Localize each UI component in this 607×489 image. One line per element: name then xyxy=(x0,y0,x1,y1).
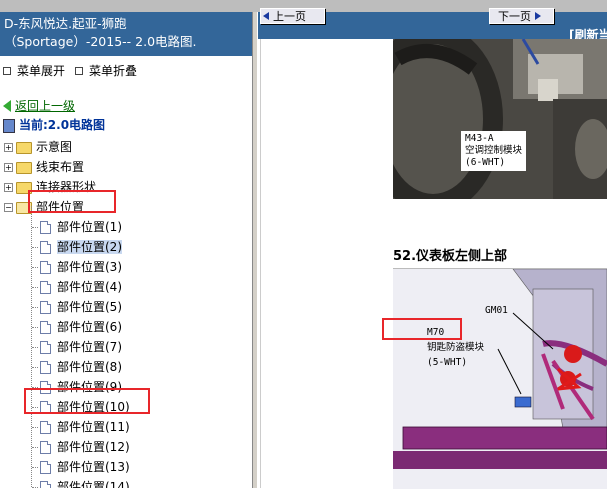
tree-item-label: 部件位置(14) xyxy=(57,480,130,488)
tree-item-component-location[interactable]: 部件位置(14) xyxy=(32,478,130,488)
tree-item-component-location[interactable]: 部件位置(6) xyxy=(32,318,122,335)
tree-connector-dash xyxy=(32,447,38,448)
tree-item-label: 部件位置(8) xyxy=(57,360,122,374)
tree-item-label: 部件位置(3) xyxy=(57,260,122,274)
tree-connector-dash xyxy=(32,287,38,288)
folder-icon xyxy=(16,141,32,154)
expand-plus-icon[interactable]: + xyxy=(4,143,13,152)
square-bullet-icon xyxy=(75,66,83,75)
tree-connector-dash xyxy=(32,247,38,248)
document-icon xyxy=(40,481,51,488)
document-icon xyxy=(40,241,51,254)
document-icon xyxy=(40,281,51,294)
tree-item-component-location[interactable]: 部件位置(8) xyxy=(32,358,122,375)
component-location-drawing xyxy=(393,269,607,489)
tree-item-label: 部件位置(6) xyxy=(57,320,122,334)
back-arrow-icon xyxy=(3,99,11,112)
document-icon xyxy=(40,361,51,374)
current-location: 当前:2.0电路图 xyxy=(3,116,105,133)
back-to-parent-link[interactable]: 返回上一级 xyxy=(3,97,75,114)
tree-item-component-location[interactable]: 部件位置(12) xyxy=(32,438,130,455)
tree-connector-dash xyxy=(32,367,38,368)
ac-module-label: M43-A 空调控制模块 (6-WHT) xyxy=(461,131,527,171)
tree-item-component-location[interactable]: 部件位置(4) xyxy=(32,278,122,295)
gm01-label: GM01 xyxy=(485,305,508,316)
dashboard-photo-drawing xyxy=(393,39,607,199)
highlight-box-component-location-10 xyxy=(24,388,150,414)
content-left-margin xyxy=(258,39,261,488)
tree-item-label: 部件位置(4) xyxy=(57,280,122,294)
tree-item-component-location[interactable]: 部件位置(13) xyxy=(32,458,130,475)
tree-item-label: 部件位置(11) xyxy=(57,420,130,434)
next-page-button[interactable]: 下一页 xyxy=(489,8,554,24)
tree-item-label: 部件位置(12) xyxy=(57,440,130,454)
document-icon xyxy=(40,321,51,334)
folder-icon xyxy=(16,161,32,174)
menu-expand-link[interactable]: 菜单展开 xyxy=(3,62,65,79)
section-caption: 52.仪表板左侧上部 xyxy=(393,249,508,264)
tree-item-label: 部件位置(7) xyxy=(57,340,122,354)
component-location-diagram: GM01 M70 钥匙防盗模块 (5-WHT) xyxy=(393,268,607,489)
tree-item-label: 部件位置(1) xyxy=(57,220,122,234)
tree-connector-dash xyxy=(32,227,38,228)
document-title-header: D-东风悦达.起亚-狮跑 （Sportage）-2015-- 2.0电路图. xyxy=(0,12,252,56)
tree-folder-harness-layout[interactable]: + 线束布置 xyxy=(4,158,84,175)
tree-item-component-location[interactable]: 部件位置(5) xyxy=(32,298,122,315)
document-title-line2: （Sportage）-2015-- 2.0电路图. xyxy=(4,34,197,49)
tree-item-component-location[interactable]: 部件位置(11) xyxy=(32,418,130,435)
tree-connector-dash xyxy=(32,347,38,348)
tree-item-component-location[interactable]: 部件位置(7) xyxy=(32,338,122,355)
document-title-line1: D-东风悦达.起亚-狮跑 xyxy=(4,16,127,31)
document-icon xyxy=(40,441,51,454)
square-bullet-icon xyxy=(3,66,11,75)
tree-connector-dash xyxy=(32,327,38,328)
tree-item-label: 部件位置(5) xyxy=(57,300,122,314)
tree-connector-dash xyxy=(32,467,38,468)
document-icon xyxy=(40,221,51,234)
immobilizer-connector-label: (5-WHT) xyxy=(427,357,468,368)
document-icon xyxy=(40,461,51,474)
tree-item-label: 部件位置(2) xyxy=(57,240,122,254)
right-arrow-icon xyxy=(535,12,541,20)
highlight-box-component-location xyxy=(28,190,116,213)
left-arrow-icon xyxy=(263,12,269,20)
tree-connector-dash xyxy=(32,427,38,428)
tree-folder-schematic[interactable]: + 示意图 xyxy=(4,138,72,155)
tree-item-component-location[interactable]: 部件位置(1) xyxy=(32,218,122,235)
document-icon xyxy=(40,341,51,354)
tree-connector-dash xyxy=(32,267,38,268)
tree-item-component-location[interactable]: 部件位置(3) xyxy=(32,258,122,275)
tree-item-label: 部件位置(13) xyxy=(57,460,130,474)
document-icon xyxy=(40,261,51,274)
computer-icon xyxy=(3,118,15,133)
collapse-minus-icon[interactable]: − xyxy=(4,203,13,212)
menu-collapse-link[interactable]: 菜单折叠 xyxy=(75,62,137,79)
expand-plus-icon[interactable]: + xyxy=(4,163,13,172)
highlight-box-m70 xyxy=(382,318,462,340)
dashboard-photo: M43-A 空调控制模块 (6-WHT) xyxy=(393,39,607,199)
navigation-pane: D-东风悦达.起亚-狮跑 （Sportage）-2015-- 2.0电路图. 菜… xyxy=(0,12,252,488)
document-icon xyxy=(40,421,51,434)
document-icon xyxy=(40,301,51,314)
previous-page-button[interactable]: 上一页 xyxy=(260,8,325,24)
expand-plus-icon[interactable]: + xyxy=(4,183,13,192)
tree-item-component-location[interactable]: 部件位置(2) xyxy=(32,238,122,255)
tree-connector-dash xyxy=(32,307,38,308)
immobilizer-module-label: 钥匙防盗模块 xyxy=(427,342,485,353)
